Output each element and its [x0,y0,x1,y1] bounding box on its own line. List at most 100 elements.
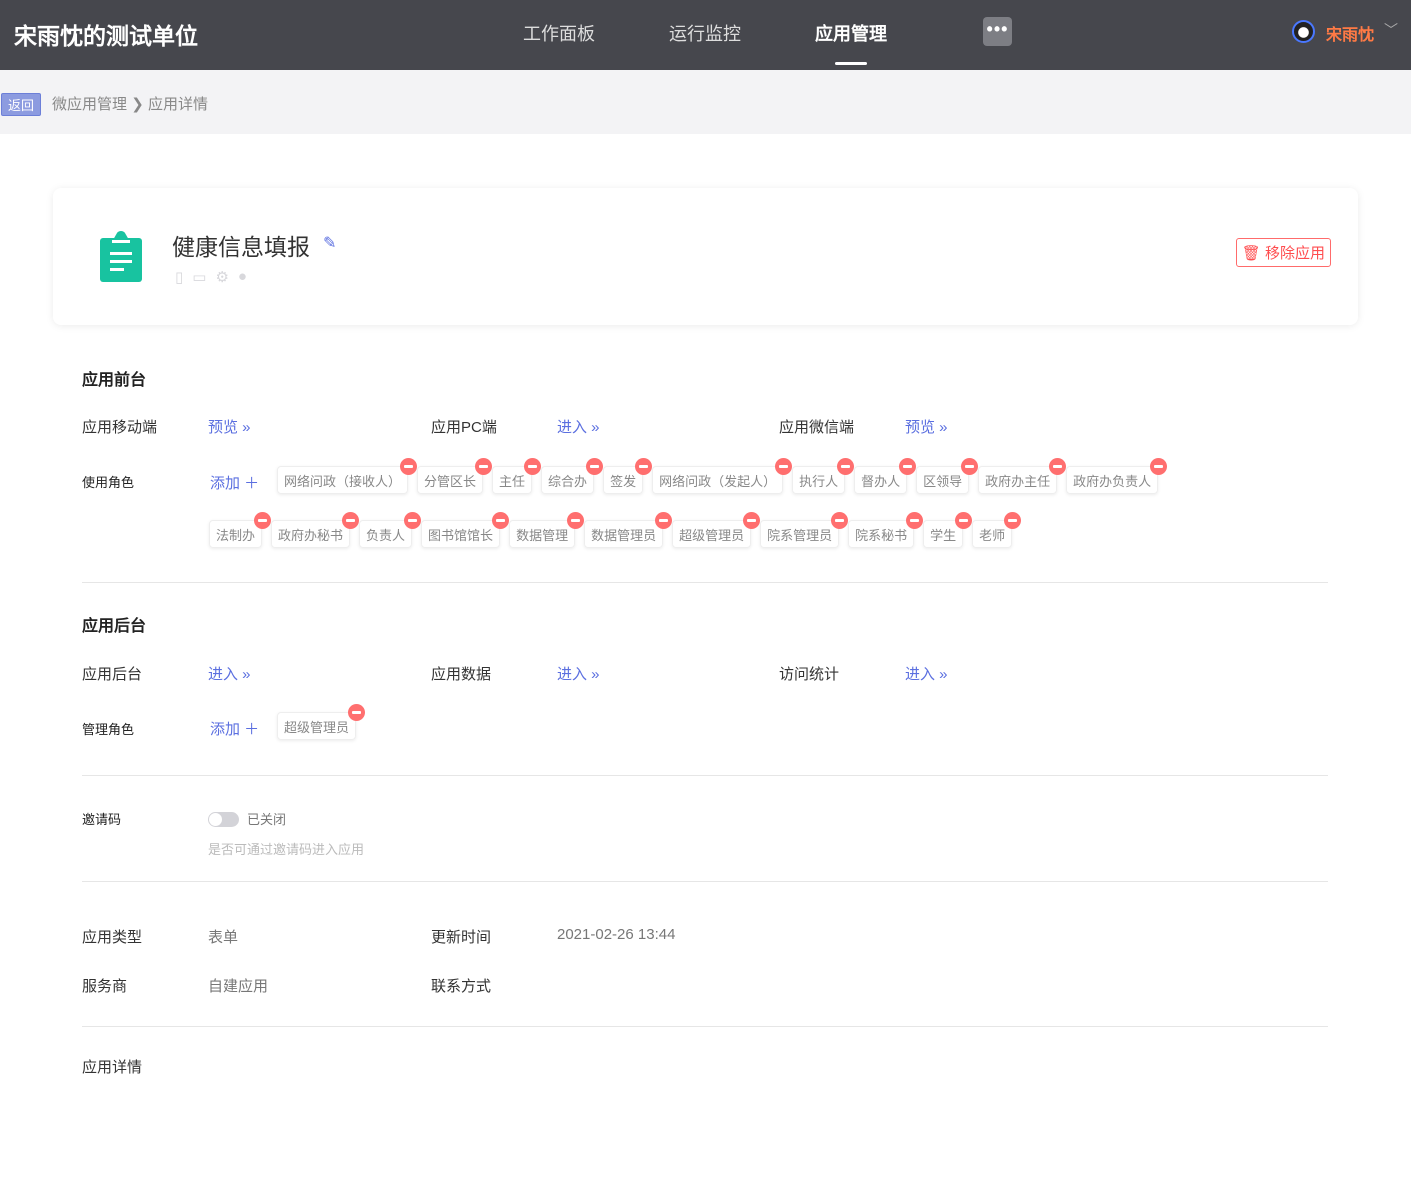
detail-label: 应用详情 [82,1059,143,1076]
clipboard-icon [100,231,142,282]
invite-label: 邀请码 [82,812,122,827]
role-tag: 政府办负责人 [1066,458,1168,494]
admin-enter-link[interactable]: 进入 » [208,663,251,684]
role-tag: 院系秘书 [848,512,924,548]
nav-monitor[interactable]: 运行监控 [669,20,741,46]
role-tag: 老师 [972,512,1022,548]
role-tag: 综合办 [541,458,604,494]
data-enter-link[interactable]: 进入 » [557,663,600,684]
role-tags-row: 法制办 政府办秘书 负责人 图书馆馆长 数据管理 数据管理员 超级管理员 院系管理员 院系秘书 学… [209,512,1022,548]
remove-tag-icon[interactable] [906,512,924,529]
stats-enter-link[interactable]: 进入 » [905,663,948,684]
remove-tag-icon[interactable] [567,512,585,529]
role-tag: 数据管理 [509,512,585,548]
role-tag-label: 督办人 [861,474,901,489]
role-tag: 政府办主任 [978,458,1067,494]
remove-tag-icon[interactable] [1150,458,1168,475]
role-tag-label: 负责人 [366,528,406,543]
wechat-label: 应用微信端 [779,419,855,436]
chevron-down-icon[interactable]: ﹀ [1384,20,1398,40]
divider [82,582,1328,583]
remove-tag-icon[interactable] [655,512,673,529]
role-tag-label: 执行人 [799,474,839,489]
role-tag-label: 数据管理员 [591,528,657,543]
role-tag: 督办人 [854,458,917,494]
role-tag-label: 区领导 [923,474,963,489]
pc-label: 应用PC端 [431,419,497,436]
nav-app-management[interactable]: 应用管理 [815,20,887,65]
role-tag-label: 院系秘书 [855,528,908,543]
admin-label: 应用后台 [82,666,143,683]
role-tag: 执行人 [792,458,855,494]
remove-tag-icon[interactable] [524,458,542,475]
remove-tag-icon[interactable] [400,458,418,475]
remove-tag-icon[interactable] [831,512,849,529]
more-button[interactable]: ••• [983,17,1012,46]
role-tag: 分管区长 [417,458,493,494]
back-button[interactable]: 返回 [1,93,42,116]
role-tag: 学生 [923,512,973,548]
edit-icon[interactable]: ✎ [323,233,336,253]
user-name[interactable]: 宋雨忱 [1326,21,1374,45]
add-admin-role-button[interactable]: 添加 ＋ [210,718,259,739]
mobile-icon: ▯ [175,269,184,286]
role-tag: 超级管理员 [277,704,366,740]
role-tag-label: 综合办 [548,474,588,489]
role-tag: 超级管理员 [672,512,761,548]
remove-app-label: 移除应用 [1264,245,1325,262]
invite-toggle[interactable] [208,812,239,827]
role-tag: 签发 [603,458,653,494]
type-label: 应用类型 [82,929,143,946]
remove-tag-icon[interactable] [342,512,360,529]
app-card: 健康信息填报 ✎ ▯ ▭ ⚙ ● 🗑 移除应用 [53,188,1358,325]
remove-tag-icon[interactable] [254,512,272,529]
role-tag: 区领导 [916,458,979,494]
remove-tag-icon[interactable] [899,458,917,475]
avatar[interactable] [1292,20,1315,43]
remove-tag-icon[interactable] [1004,512,1022,529]
role-tag-label: 网络问政（接收人） [284,474,402,489]
section-title-backend: 应用后台 [82,618,147,635]
role-tag: 法制办 [209,512,272,548]
remove-tag-icon[interactable] [475,458,493,475]
remove-tag-icon[interactable] [837,458,855,475]
platform-icons: ▯ ▭ ⚙ ● [175,268,247,286]
remove-app-button[interactable]: 🗑 移除应用 [1235,238,1331,267]
divider [82,1026,1328,1027]
remove-tag-icon[interactable] [1049,458,1067,475]
remove-tag-icon[interactable] [961,458,979,475]
provider-label: 服务商 [82,978,128,995]
admin-role-tags: 超级管理员 [277,704,366,740]
remove-tag-icon[interactable] [404,512,422,529]
role-tag-label: 学生 [930,528,957,543]
role-tag: 政府办秘书 [271,512,360,548]
breadcrumb-item: 应用详情 [147,96,208,113]
role-tag-label: 主任 [499,474,526,489]
org-name: 宋雨忱的测试单位 [14,23,198,49]
remove-tag-icon[interactable] [775,458,793,475]
role-tag: 主任 [492,458,542,494]
role-tag-label: 院系管理员 [767,528,833,543]
mobile-preview-link[interactable]: 预览 » [208,416,251,437]
remove-tag-icon[interactable] [492,512,510,529]
nav-dashboard[interactable]: 工作面板 [523,20,595,46]
role-tag: 网络问政（发起人） [652,458,793,494]
wechat-icon: ● [237,268,247,285]
wechat-preview-link[interactable]: 预览 » [905,416,948,437]
role-tag: 图书馆馆长 [421,512,510,548]
chevron-right-icon: ❯ [131,96,144,113]
update-value: 2021-02-26 13:44 [557,926,676,943]
invite-state: 已关闭 [247,812,287,827]
role-tag-label: 政府办秘书 [278,528,344,543]
remove-tag-icon[interactable] [743,512,761,529]
remove-tag-icon[interactable] [635,458,653,475]
role-tag: 网络问政（接收人） [277,458,418,494]
remove-tag-icon[interactable] [955,512,973,529]
invite-hint: 是否可通过邀请码进入应用 [208,842,365,857]
breadcrumb-item[interactable]: 微应用管理 [52,96,127,113]
pc-enter-link[interactable]: 进入 » [557,416,600,437]
role-tags-row: 网络问政（接收人） 分管区长 主任 综合办 签发 网络问政（发起人） 执行人 督办人 区领导 政府… [277,458,1168,494]
add-role-button[interactable]: 添加 ＋ [210,472,259,493]
remove-tag-icon[interactable] [348,704,366,721]
remove-tag-icon[interactable] [586,458,604,475]
